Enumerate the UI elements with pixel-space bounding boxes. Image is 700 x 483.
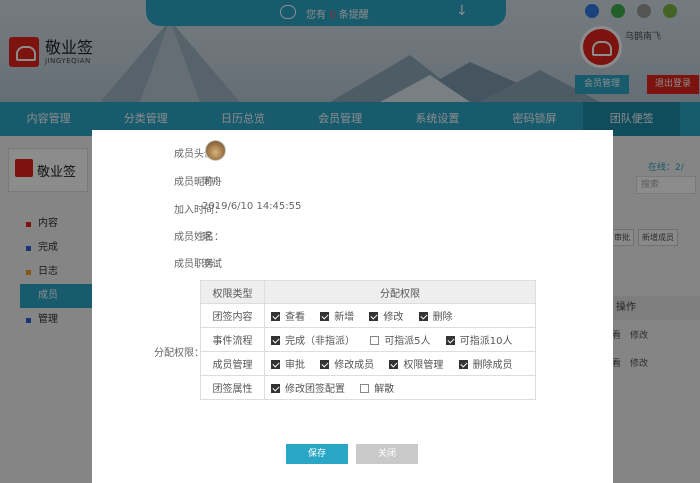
- permission-checkbox[interactable]: 修改成员: [320, 356, 374, 371]
- column-header-assign: 分配权限: [264, 280, 536, 304]
- permission-checkbox[interactable]: 权限管理: [389, 356, 443, 371]
- checkbox-checked-icon[interactable]: [445, 336, 455, 345]
- table-row: 团签内容 查看 新增 修改 删除: [200, 303, 536, 328]
- checkbox-checked-icon[interactable]: [369, 312, 379, 321]
- table-row: 成员管理 审批 修改成员 权限管理 删除成员: [200, 351, 536, 376]
- column-header-type: 权限类型: [200, 280, 265, 304]
- table-row: 事件流程 完成（非指派） 可指派5人 可指派10人: [200, 327, 536, 352]
- name-label: 成员姓名：: [174, 232, 224, 243]
- checkbox-checked-icon[interactable]: [458, 360, 468, 369]
- close-button[interactable]: 关闭: [356, 444, 418, 464]
- permission-checkbox[interactable]: 删除: [418, 308, 453, 323]
- checkbox-checked-icon[interactable]: [418, 312, 428, 321]
- checkbox-checked-icon[interactable]: [320, 360, 330, 369]
- checkbox-checked-icon[interactable]: [271, 360, 280, 369]
- table-header-row: 权限类型 分配权限: [200, 280, 536, 304]
- table-row: 团签属性 修改团签配置 解散: [200, 375, 536, 400]
- permission-checkbox[interactable]: 修改团签配置: [271, 380, 345, 395]
- permission-checkbox[interactable]: 删除成员: [458, 356, 513, 371]
- checkbox-checked-icon[interactable]: [271, 336, 280, 345]
- checkbox-unchecked-icon[interactable]: [360, 384, 370, 393]
- permission-options: 修改团签配置 解散: [264, 375, 536, 400]
- checkbox-checked-icon[interactable]: [320, 312, 330, 321]
- permission-options: 完成（非指派） 可指派5人 可指派10人: [264, 327, 536, 352]
- permission-options: 审批 修改成员 权限管理 删除成员: [264, 351, 536, 376]
- join-time-value: 2019/6/10 14:45:55: [202, 201, 302, 212]
- permission-type: 团签内容: [200, 303, 265, 328]
- checkbox-checked-icon[interactable]: [271, 312, 280, 321]
- permission-checkbox[interactable]: 可指派5人: [370, 332, 431, 347]
- save-button[interactable]: 保存: [286, 444, 348, 464]
- role-value: 测试: [202, 259, 222, 270]
- permission-checkbox[interactable]: 新增: [320, 308, 354, 323]
- permission-checkbox[interactable]: 审批: [271, 356, 305, 371]
- permissions-table: 权限类型 分配权限 团签内容 查看 新增 修改 删除 事件流程 完成（非指派） …: [200, 280, 536, 400]
- permission-checkbox[interactable]: 完成（非指派）: [271, 332, 355, 347]
- name-value: 珉: [202, 232, 212, 243]
- nickname-value: 同舟: [202, 177, 222, 188]
- permission-type: 事件流程: [200, 327, 265, 352]
- permission-checkbox[interactable]: 解散: [360, 380, 394, 395]
- permissions-label: 分配权限：: [154, 348, 204, 359]
- checkbox-unchecked-icon[interactable]: [370, 336, 380, 345]
- permission-type: 成员管理: [200, 351, 265, 376]
- checkbox-checked-icon[interactable]: [389, 360, 399, 369]
- member-avatar: [205, 140, 226, 161]
- member-detail-modal: 成员头像： 成员昵称： 同舟 加入时间： 2019/6/10 14:45:55 …: [92, 130, 613, 483]
- permission-type: 团签属性: [200, 375, 265, 400]
- permission-options: 查看 新增 修改 删除: [264, 303, 536, 328]
- permission-checkbox[interactable]: 可指派10人: [445, 332, 512, 347]
- permission-checkbox[interactable]: 修改: [369, 308, 403, 323]
- permission-checkbox[interactable]: 查看: [271, 308, 305, 323]
- checkbox-checked-icon[interactable]: [271, 384, 280, 393]
